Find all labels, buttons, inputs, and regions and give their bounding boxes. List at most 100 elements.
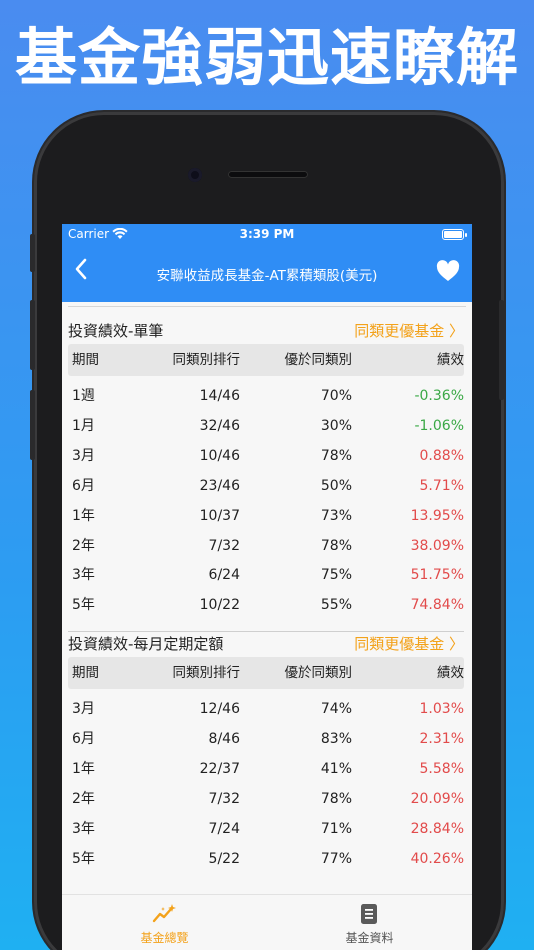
cell-rank: 5/22 — [208, 850, 240, 867]
cell-rank: 32/46 — [199, 417, 240, 434]
cell-rank: 7/24 — [208, 820, 240, 837]
cell-rank: 10/46 — [199, 447, 240, 464]
cell-performance: 5.71% — [419, 477, 464, 494]
top-divider — [68, 306, 466, 307]
cell-rank: 7/32 — [208, 537, 240, 554]
status-bar: Carrier 3:39 PM — [62, 224, 472, 246]
cell-performance: 38.09% — [410, 537, 464, 554]
favorite-heart-icon[interactable] — [436, 260, 460, 282]
cell-beat-peers: 75% — [320, 567, 352, 584]
cell-beat-peers: 77% — [320, 850, 352, 867]
cell-period: 3月 — [72, 447, 95, 464]
table-row: 5年 5/22 77% 40.26% — [68, 844, 464, 874]
cell-period: 5年 — [72, 850, 95, 867]
cell-performance: 0.88% — [419, 447, 464, 464]
status-time: 3:39 PM — [239, 227, 295, 241]
cell-period: 3月 — [72, 701, 95, 717]
tab-fund-overview-label: 基金總覽 — [140, 931, 189, 945]
header-performance: 績效 — [437, 352, 464, 368]
cell-rank: 23/46 — [199, 477, 240, 494]
cell-rank: 10/22 — [199, 597, 240, 614]
header-performance: 績效 — [437, 665, 464, 681]
cell-beat-peers: 83% — [320, 730, 352, 747]
mute-switch — [30, 234, 35, 272]
better-funds-link[interactable]: 同類更優基金 〉 — [354, 320, 464, 341]
cell-beat-peers: 73% — [320, 507, 352, 524]
table-row: 3年 6/24 75% 51.75% — [68, 560, 464, 590]
header-rank: 同類別排行 — [172, 352, 241, 368]
cell-rank: 6/24 — [208, 567, 240, 584]
back-chevron-icon[interactable] — [74, 258, 88, 285]
cell-period: 3年 — [72, 820, 95, 837]
table-row: 1週 14/46 70% -0.36% — [68, 381, 464, 411]
header-beat-peers: 優於同類別 — [284, 352, 353, 368]
table-row: 5年 10/22 55% 74.84% — [68, 590, 464, 620]
section-title: 投資績效-每月定期定額 — [68, 635, 224, 653]
cell-beat-peers: 41% — [320, 760, 352, 777]
tab-fund-info[interactable]: 基金資料 — [267, 895, 472, 950]
cell-rank: 8/46 — [208, 730, 240, 747]
cell-performance: -0.36% — [414, 388, 464, 404]
table-row: 1月 32/46 30% -1.06% — [68, 411, 464, 441]
cell-period: 6月 — [72, 730, 95, 747]
cell-rank: 22/37 — [199, 760, 240, 777]
navigation-bar: Carrier 3:39 PM 安聯收益成長基金-AT累積類股(美元) — [62, 224, 472, 302]
cell-period: 2年 — [72, 790, 95, 807]
cell-period: 2年 — [72, 537, 95, 554]
cell-beat-peers: 74% — [320, 701, 352, 717]
table-row: 3年 7/24 71% 28.84% — [68, 814, 464, 844]
cell-performance: 5.58% — [419, 760, 464, 777]
cell-performance: 2.31% — [419, 730, 464, 747]
cell-rank: 7/32 — [208, 790, 240, 807]
cell-performance: -1.06% — [414, 417, 464, 434]
battery-icon — [442, 229, 467, 240]
header-period: 期間 — [72, 352, 99, 368]
table-row: 6月 8/46 83% 2.31% — [68, 724, 464, 754]
tab-fund-overview[interactable]: 基金總覽 — [62, 895, 267, 950]
table-row: 3月 12/46 74% 1.03% — [68, 694, 464, 724]
cell-period: 1月 — [72, 417, 95, 434]
cell-period: 3年 — [72, 567, 95, 584]
tab-fund-info-label: 基金資料 — [345, 931, 394, 945]
table-header: 期間 同類別排行 優於同類別 績效 — [68, 344, 464, 376]
volume-up-button — [30, 300, 35, 370]
cell-beat-peers: 78% — [320, 447, 352, 464]
power-button — [499, 300, 504, 400]
cell-performance: 74.84% — [410, 597, 464, 614]
cell-rank: 10/37 — [199, 507, 240, 524]
cell-beat-peers: 78% — [320, 790, 352, 807]
cell-beat-peers: 71% — [320, 820, 352, 837]
table-row: 1年 22/37 41% 5.58% — [68, 754, 464, 784]
cell-period: 6月 — [72, 477, 95, 494]
section-header: 投資績效-單筆 同類更優基金 〉 — [68, 320, 464, 344]
better-funds-link[interactable]: 同類更優基金 〉 — [354, 633, 464, 654]
cell-beat-peers: 55% — [320, 597, 352, 614]
cell-performance: 13.95% — [410, 507, 464, 524]
table-row: 3月 10/46 78% 0.88% — [68, 441, 464, 471]
earpiece-speaker — [228, 171, 308, 178]
cell-performance: 1.03% — [419, 701, 464, 717]
table-row: 6月 23/46 50% 5.71% — [68, 471, 464, 501]
table-header: 期間 同類別排行 優於同類別 績效 — [68, 657, 464, 689]
cell-rank: 12/46 — [199, 701, 240, 717]
cell-period: 1年 — [72, 507, 95, 524]
cell-beat-peers: 50% — [320, 477, 352, 494]
cell-beat-peers: 78% — [320, 537, 352, 554]
header-period: 期間 — [72, 665, 99, 681]
section-header: 投資績效-每月定期定額 同類更優基金 〉 — [68, 633, 464, 657]
section-title: 投資績效-單筆 — [68, 322, 164, 340]
table-row: 1年 10/37 73% 13.95% — [68, 501, 464, 531]
fund-title: 安聯收益成長基金-AT累積類股(美元) — [156, 268, 378, 284]
cell-period: 1年 — [72, 760, 95, 777]
cell-performance: 20.09% — [410, 790, 464, 807]
document-icon — [361, 904, 377, 924]
table-row: 2年 7/32 78% 38.09% — [68, 531, 464, 561]
app-screen: Carrier 3:39 PM 安聯收益成長基金-AT累積類股(美元) 投資績效… — [62, 224, 472, 950]
cell-beat-peers: 70% — [320, 388, 352, 404]
header-rank: 同類別排行 — [172, 665, 241, 681]
volume-down-button — [30, 390, 35, 460]
cell-performance: 28.84% — [410, 820, 464, 837]
front-camera — [188, 168, 202, 182]
cell-performance: 51.75% — [410, 567, 464, 584]
tab-bar: 基金總覽 基金資料 — [62, 894, 472, 950]
